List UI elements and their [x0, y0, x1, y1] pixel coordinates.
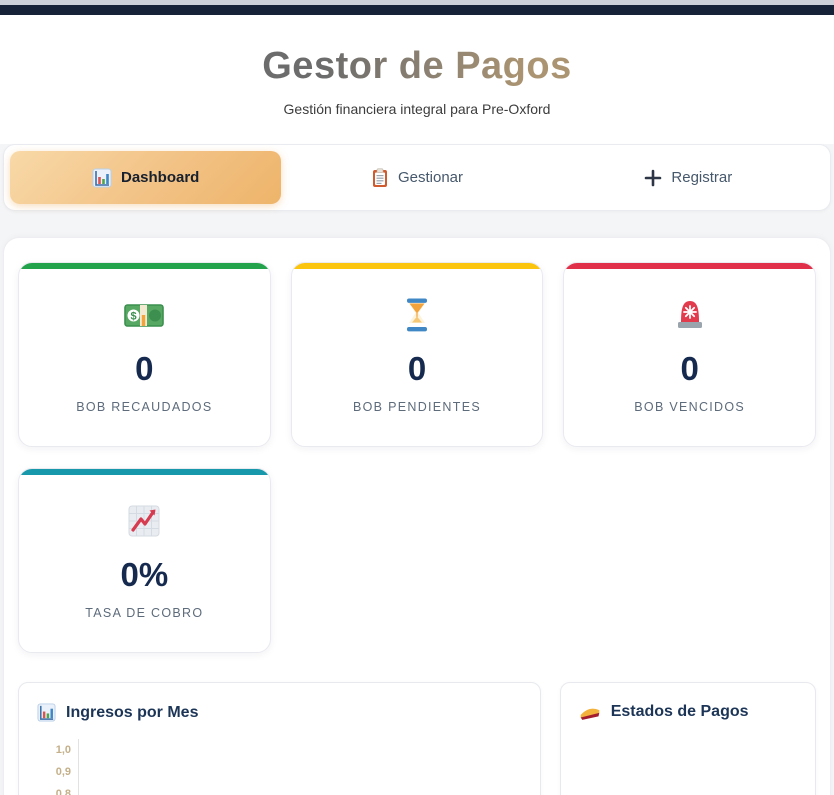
police-light-icon — [673, 295, 707, 335]
stat-label: BOB RECAUDADOS — [76, 400, 212, 414]
panel-title-row: Estados de Pagos — [579, 703, 797, 721]
tab-gestionar[interactable]: Gestionar — [281, 151, 552, 204]
tab-dashboard[interactable]: Dashboard — [10, 151, 281, 204]
ingresos-panel-title: Ingresos por Mes — [66, 704, 198, 722]
panel-title-row: Ingresos por Mes — [37, 703, 522, 722]
card-accent-yellow — [292, 263, 543, 269]
stat-value: 0% — [120, 557, 168, 593]
app-window: Gestor de Pagos Gestión financiera integ… — [0, 0, 834, 795]
stat-value: 0 — [135, 351, 153, 387]
stat-card-recaudados: $ 0 BOB RECAUDADOS — [18, 262, 271, 447]
tab-dashboard-label: Dashboard — [121, 169, 199, 186]
estados-de-pagos-panel: Estados de Pagos — [560, 682, 816, 795]
hourglass-icon — [404, 295, 430, 335]
tab-bar: Dashboard Gestionar — [3, 144, 831, 211]
chart-y-axis-ticks: 1,0 0,9 0,8 — [37, 739, 71, 795]
ingresos-chart: 1,0 0,9 0,8 — [37, 739, 522, 795]
tab-gestionar-label: Gestionar — [398, 169, 463, 186]
page-title: Gestor de Pagos — [262, 45, 571, 88]
page-subtitle: Gestión financiera integral para Pre-Oxf… — [0, 101, 834, 117]
stat-label: BOB VENCIDOS — [634, 400, 745, 414]
bar-chart-icon — [92, 168, 112, 188]
chart-increasing-icon — [126, 501, 162, 541]
money-banknote-icon: $ — [123, 295, 165, 335]
stat-label: TASA DE COBRO — [85, 606, 203, 620]
tab-registrar-label: Registrar — [671, 169, 732, 186]
ingresos-por-mes-panel: Ingresos por Mes 1,0 0,9 0,8 — [18, 682, 541, 795]
stats-grid: $ 0 BOB RECAUDADOS — [18, 262, 816, 447]
clipboard-icon — [371, 168, 389, 188]
stat-card-tasa-cobro: 0% TASA DE COBRO — [18, 468, 271, 653]
ytick: 0,9 — [37, 761, 71, 783]
plus-icon — [644, 169, 662, 187]
card-accent-teal — [19, 469, 270, 475]
main-content: $ 0 BOB RECAUDADOS — [3, 237, 831, 795]
stat-label: BOB PENDIENTES — [353, 400, 481, 414]
ytick: 1,0 — [37, 739, 71, 761]
pie-icon — [579, 704, 601, 721]
svg-text:$: $ — [131, 311, 137, 323]
card-accent-red — [564, 263, 815, 269]
stat-value: 0 — [408, 351, 426, 387]
bar-chart-icon — [37, 703, 56, 722]
top-navy-bar — [0, 5, 834, 15]
chart-y-axis-line — [78, 739, 79, 795]
stat-card-vencidos: 0 BOB VENCIDOS — [563, 262, 816, 447]
charts-row: Ingresos por Mes 1,0 0,9 0,8 — [18, 682, 816, 795]
stat-value: 0 — [680, 351, 698, 387]
estados-panel-title: Estados de Pagos — [611, 703, 749, 721]
page-header: Gestor de Pagos Gestión financiera integ… — [0, 15, 834, 144]
stat-card-pendientes: 0 BOB PENDIENTES — [291, 262, 544, 447]
tab-registrar[interactable]: Registrar — [553, 151, 824, 204]
ytick: 0,8 — [37, 783, 71, 795]
card-accent-green — [19, 263, 270, 269]
